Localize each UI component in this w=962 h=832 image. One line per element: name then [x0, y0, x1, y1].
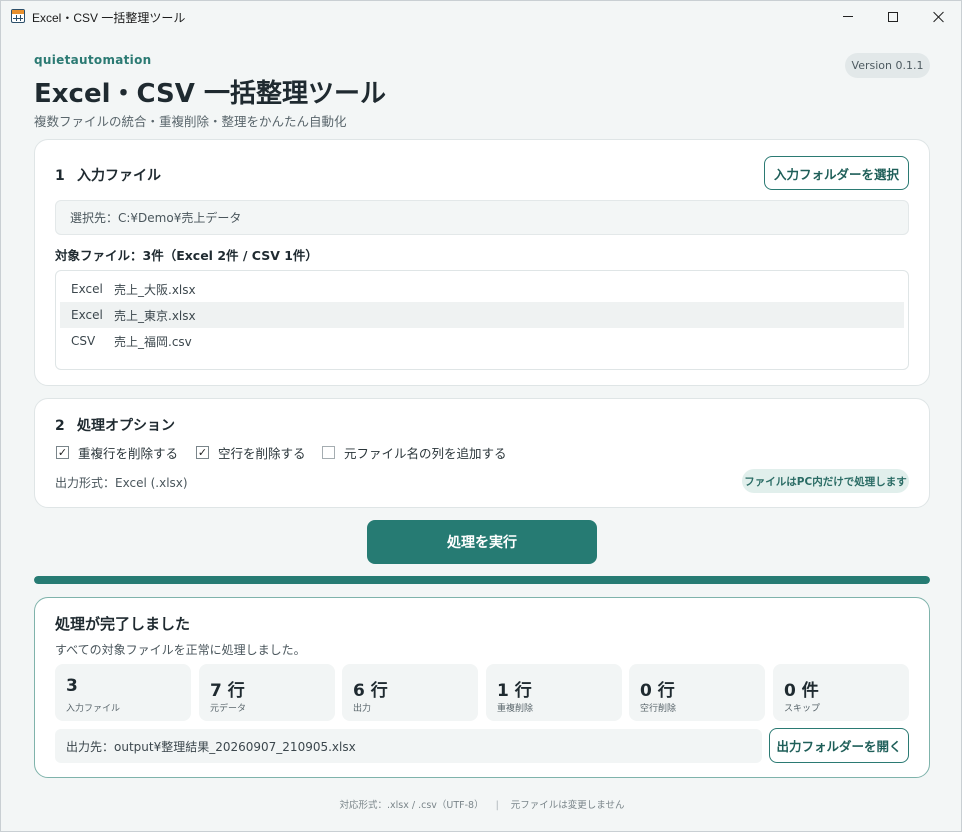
checkbox-remove-blank-rows[interactable]: ✓	[196, 446, 209, 459]
stat-label: 空行削除	[640, 704, 677, 714]
minimize-icon	[843, 16, 853, 17]
stat-skipped: 0 件 スキップ	[773, 664, 909, 721]
stat-label: 元データ	[210, 704, 247, 714]
progress-fill	[34, 576, 930, 584]
stat-value: 6 行	[353, 681, 388, 701]
checkbox-add-source-filename[interactable]	[322, 446, 335, 459]
section-number: 2	[55, 418, 65, 434]
stat-duplicates-removed: 1 行 重複削除	[486, 664, 622, 721]
file-list-item[interactable]: Excel 売上_大阪.xlsx	[60, 276, 904, 302]
brand-name: quietautomation	[34, 53, 152, 67]
selected-path-field: 選択先：C:¥Demo¥売上データ	[55, 200, 909, 235]
stat-source-rows: 7 行 元データ	[199, 664, 335, 721]
file-list[interactable]: Excel 売上_大阪.xlsx Excel 売上_東京.xlsx CSV 売上…	[55, 270, 909, 370]
section-label: 処理オプション	[77, 418, 175, 434]
close-icon	[933, 11, 945, 23]
footer-separator: |	[495, 800, 499, 811]
title-bar[interactable]: Excel・CSV 一括整理ツール	[1, 1, 961, 32]
stat-value: 3	[66, 676, 78, 696]
file-name: 売上_福岡.csv	[114, 334, 192, 349]
checkbox-remove-duplicates[interactable]: ✓	[56, 446, 69, 459]
option-label: 元ファイル名の列を追加する	[344, 446, 507, 461]
output-path-field: 出力先：output¥整理結果_20260907_210905.xlsx	[55, 729, 762, 763]
maximize-button[interactable]	[870, 1, 916, 32]
stat-value: 1 行	[497, 681, 532, 701]
minimize-button[interactable]	[825, 1, 871, 32]
file-type: Excel	[71, 282, 103, 296]
input-section-title: 1 入力ファイル	[55, 165, 161, 185]
option-add-source-filename[interactable]: 元ファイル名の列を追加する	[322, 443, 507, 462]
result-card: 処理が完了しました すべての対象ファイルを正常に処理しました。 3 入力ファイル…	[34, 597, 930, 778]
file-name: 売上_大阪.xlsx	[114, 282, 196, 297]
stat-value: 7 行	[210, 681, 245, 701]
spreadsheet-app-icon	[11, 9, 25, 23]
file-name: 売上_東京.xlsx	[114, 308, 196, 323]
version-badge: Version 0.1.1	[845, 53, 930, 78]
result-message: すべての対象ファイルを正常に処理しました。	[55, 643, 306, 657]
stat-blank-rows-removed: 0 行 空行削除	[629, 664, 765, 721]
section-label: 入力ファイル	[77, 168, 161, 184]
stat-label: スキップ	[784, 704, 821, 714]
file-type: Excel	[71, 308, 103, 322]
window-title: Excel・CSV 一括整理ツール	[32, 11, 186, 25]
input-files-card: 1 入力ファイル 入力フォルダーを選択 選択先：C:¥Demo¥売上データ 対象フ…	[34, 139, 930, 386]
option-remove-blank-rows[interactable]: ✓ 空行を削除する	[196, 443, 306, 462]
select-input-folder-button[interactable]: 入力フォルダーを選択	[764, 156, 909, 190]
stat-value: 0 行	[640, 681, 675, 701]
local-processing-badge: ファイルはPC内だけで処理します	[742, 469, 909, 493]
file-list-item[interactable]: Excel 売上_東京.xlsx	[60, 302, 904, 328]
footer: 対応形式：.xlsx / .csv（UTF-8） | 元ファイルは変更しません	[1, 797, 962, 811]
progress-bar	[34, 576, 930, 584]
result-title: 処理が完了しました	[55, 615, 191, 633]
maximize-icon	[888, 11, 898, 22]
stat-input-files: 3 入力ファイル	[55, 664, 191, 721]
stat-output-rows: 6 行 出力	[342, 664, 478, 721]
stat-label: 重複削除	[497, 704, 534, 714]
close-button[interactable]	[916, 1, 962, 32]
page-title: Excel・CSV 一括整理ツール	[34, 79, 386, 109]
target-file-summary: 対象ファイル：3件（Excel 2件 / CSV 1件）	[55, 248, 318, 263]
run-button[interactable]: 処理を実行	[367, 520, 597, 564]
file-type: CSV	[71, 334, 96, 348]
options-section-title: 2 処理オプション	[55, 415, 175, 435]
option-remove-duplicates[interactable]: ✓ 重複行を削除する	[56, 443, 178, 462]
stat-value: 0 件	[784, 681, 819, 701]
file-list-item[interactable]: CSV 売上_福岡.csv	[60, 328, 904, 354]
section-number: 1	[55, 168, 65, 184]
stat-label: 出力	[353, 704, 372, 714]
app-window: Excel・CSV 一括整理ツール quietautomation Excel・…	[0, 0, 962, 832]
supported-formats: 対応形式：.xlsx / .csv（UTF-8）	[339, 800, 484, 811]
option-label: 空行を削除する	[218, 446, 306, 461]
open-output-folder-button[interactable]: 出力フォルダーを開く	[769, 728, 909, 763]
page-subtitle: 複数ファイルの統合・重複削除・整理をかんたん自動化	[34, 114, 347, 129]
original-files-note: 元ファイルは変更しません	[510, 800, 625, 811]
stat-label: 入力ファイル	[66, 704, 121, 714]
option-label: 重複行を削除する	[78, 446, 179, 461]
options-card: 2 処理オプション ✓ 重複行を削除する ✓ 空行を削除する 元ファイル名の列を追…	[34, 398, 930, 508]
output-format: 出力形式：Excel (.xlsx)	[55, 476, 188, 490]
